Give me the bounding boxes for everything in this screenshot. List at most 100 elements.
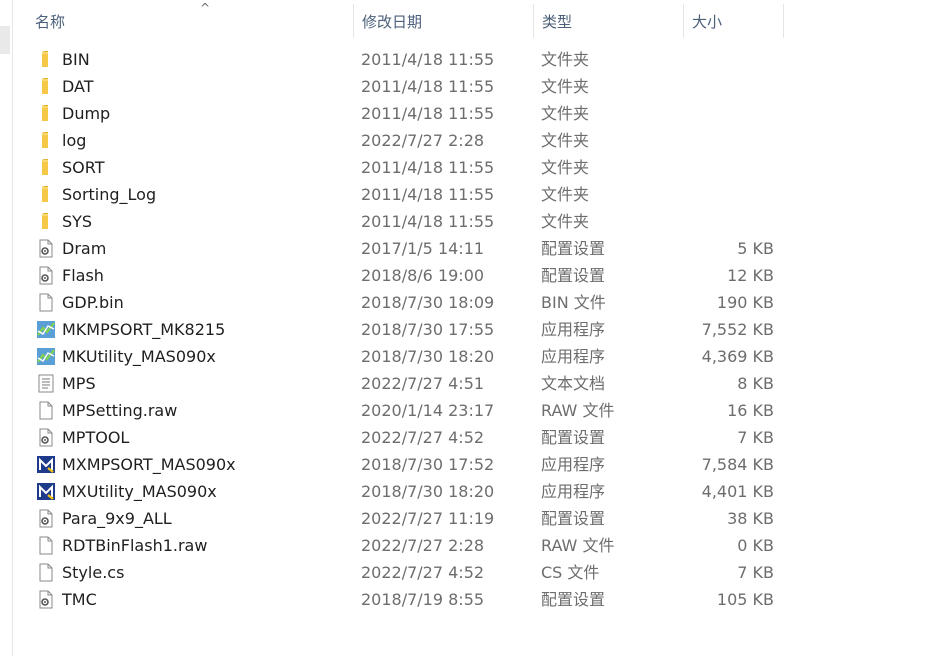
file-date-modified: 2022/7/27 4:51	[361, 374, 485, 393]
file-date-modified: 2011/4/18 11:55	[361, 212, 495, 231]
column-header-date-label: 修改日期	[362, 13, 423, 31]
file-type: 配置设置	[541, 509, 606, 528]
column-header-name[interactable]: 名称 ^	[27, 0, 354, 44]
file-type: 应用程序	[541, 482, 606, 501]
file-name: MKMPSORT_MK8215	[62, 320, 226, 339]
config-file-icon	[37, 266, 55, 285]
navigation-pane-edge	[0, 0, 13, 656]
file-name: MKUtility_MAS090x	[62, 347, 216, 366]
mx-app-icon	[37, 455, 55, 474]
file-type: 应用程序	[541, 320, 606, 339]
file-date-modified: 2011/4/18 11:55	[361, 185, 495, 204]
file-row[interactable]: MXMPSORT_MAS090x 2018/7/30 17:52 应用程序 7,584…	[13, 451, 936, 478]
config-file-icon	[37, 239, 55, 258]
file-date-modified: 2018/8/6 19:00	[361, 266, 485, 285]
file-size: 7,584 KB	[701, 455, 774, 474]
column-header-type[interactable]: 类型	[534, 0, 684, 44]
file-size: 5 KB	[737, 239, 774, 258]
column-divider[interactable]	[783, 4, 784, 38]
file-row[interactable]: MPTOOL 2022/7/27 4:52 配置设置 7 KB	[13, 424, 936, 451]
folder-icon	[37, 50, 55, 69]
file-type: 文件夹	[541, 158, 590, 177]
folder-icon	[37, 158, 55, 177]
folder-icon	[37, 104, 55, 123]
file-row[interactable]: log 2022/7/27 2:28 文件夹	[13, 127, 936, 154]
navigation-pane-handle[interactable]	[0, 26, 10, 54]
file-date-modified: 2017/1/5 14:11	[361, 239, 485, 258]
mk-app-icon	[37, 347, 55, 366]
file-row[interactable]: BIN 2011/4/18 11:55 文件夹	[13, 46, 936, 73]
mk-app-icon	[37, 320, 55, 339]
file-name: GDP.bin	[62, 293, 124, 312]
file-name: SYS	[62, 212, 93, 231]
column-header-bar: 名称 ^ 修改日期 类型 大小	[13, 0, 936, 44]
blank-file-icon	[37, 293, 55, 312]
file-date-modified: 2018/7/30 18:09	[361, 293, 495, 312]
file-date-modified: 2022/7/27 2:28	[361, 536, 485, 555]
file-row[interactable]: Sorting_Log 2011/4/18 11:55 文件夹	[13, 181, 936, 208]
file-type: 文件夹	[541, 212, 590, 231]
blank-file-icon	[37, 536, 55, 555]
file-row[interactable]: Dram 2017/1/5 14:11 配置设置 5 KB	[13, 235, 936, 262]
file-date-modified: 2018/7/30 18:20	[361, 347, 495, 366]
file-type: 配置设置	[541, 590, 606, 609]
file-name: Dram	[62, 239, 107, 258]
file-date-modified: 2020/1/14 23:17	[361, 401, 495, 420]
file-type: 配置设置	[541, 239, 606, 258]
text-file-icon	[37, 374, 55, 393]
folder-icon	[37, 77, 55, 96]
file-type: BIN 文件	[541, 293, 606, 312]
file-row[interactable]: DAT 2011/4/18 11:55 文件夹	[13, 73, 936, 100]
file-date-modified: 2022/7/27 11:19	[361, 509, 495, 528]
file-size: 190 KB	[716, 293, 774, 312]
file-row[interactable]: Dump 2011/4/18 11:55 文件夹	[13, 100, 936, 127]
file-type: 应用程序	[541, 455, 606, 474]
file-type: 文本文档	[541, 374, 606, 393]
file-name: Para_9x9_ALL	[62, 509, 172, 528]
column-header-name-label: 名称	[35, 13, 66, 31]
file-size: 16 KB	[727, 401, 774, 420]
file-row[interactable]: SORT 2011/4/18 11:55 文件夹	[13, 154, 936, 181]
file-row[interactable]: RDTBinFlash1.raw 2022/7/27 2:28 RAW 文件 0 KB	[13, 532, 936, 559]
blank-file-icon	[37, 401, 55, 420]
file-type: RAW 文件	[541, 401, 615, 420]
file-row[interactable]: MPS 2022/7/27 4:51 文本文档 8 KB	[13, 370, 936, 397]
sort-ascending-icon: ^	[200, 1, 211, 15]
file-size: 7 KB	[737, 428, 774, 447]
file-row[interactable]: GDP.bin 2018/7/30 18:09 BIN 文件 190 KB	[13, 289, 936, 316]
file-row[interactable]: MKUtility_MAS090x 2018/7/30 18:20 应用程序 4,36…	[13, 343, 936, 370]
file-name: log	[62, 131, 87, 150]
file-type: RAW 文件	[541, 536, 615, 555]
file-date-modified: 2022/7/27 4:52	[361, 563, 485, 582]
file-row[interactable]: MPSetting.raw 2020/1/14 23:17 RAW 文件 16 KB	[13, 397, 936, 424]
column-header-date[interactable]: 修改日期	[354, 0, 534, 44]
file-row[interactable]: Flash 2018/8/6 19:00 配置设置 12 KB	[13, 262, 936, 289]
config-file-icon	[37, 428, 55, 447]
file-row[interactable]: SYS 2011/4/18 11:55 文件夹	[13, 208, 936, 235]
file-type: 文件夹	[541, 77, 590, 96]
config-file-icon	[37, 590, 55, 609]
file-row[interactable]: Para_9x9_ALL 2022/7/27 11:19 配置设置 38 KB	[13, 505, 936, 532]
file-size: 105 KB	[716, 590, 774, 609]
file-name: MPS	[62, 374, 96, 393]
column-header-size[interactable]: 大小	[684, 0, 784, 44]
file-name: TMC	[62, 590, 97, 609]
file-date-modified: 2011/4/18 11:55	[361, 104, 495, 123]
folder-icon	[37, 185, 55, 204]
file-type: 文件夹	[541, 131, 590, 150]
file-size: 38 KB	[727, 509, 774, 528]
file-size: 8 KB	[737, 374, 774, 393]
file-row[interactable]: Style.cs 2022/7/27 4:52 CS 文件 7 KB	[13, 559, 936, 586]
file-row[interactable]: MXUtility_MAS090x 2018/7/30 18:20 应用程序 4,40…	[13, 478, 936, 505]
file-name: Sorting_Log	[62, 185, 157, 204]
file-date-modified: 2022/7/27 4:52	[361, 428, 485, 447]
file-name: Style.cs	[62, 563, 125, 582]
blank-file-icon	[37, 563, 55, 582]
mx-app-icon	[37, 482, 55, 501]
file-row[interactable]: TMC 2018/7/19 8:55 配置设置 105 KB	[13, 586, 936, 613]
file-name: BIN	[62, 50, 90, 69]
file-row[interactable]: MKMPSORT_MK8215 2018/7/30 17:55 应用程序 7,552 …	[13, 316, 936, 343]
config-file-icon	[37, 509, 55, 528]
file-name: DAT	[62, 77, 94, 96]
file-size: 7,552 KB	[701, 320, 774, 339]
